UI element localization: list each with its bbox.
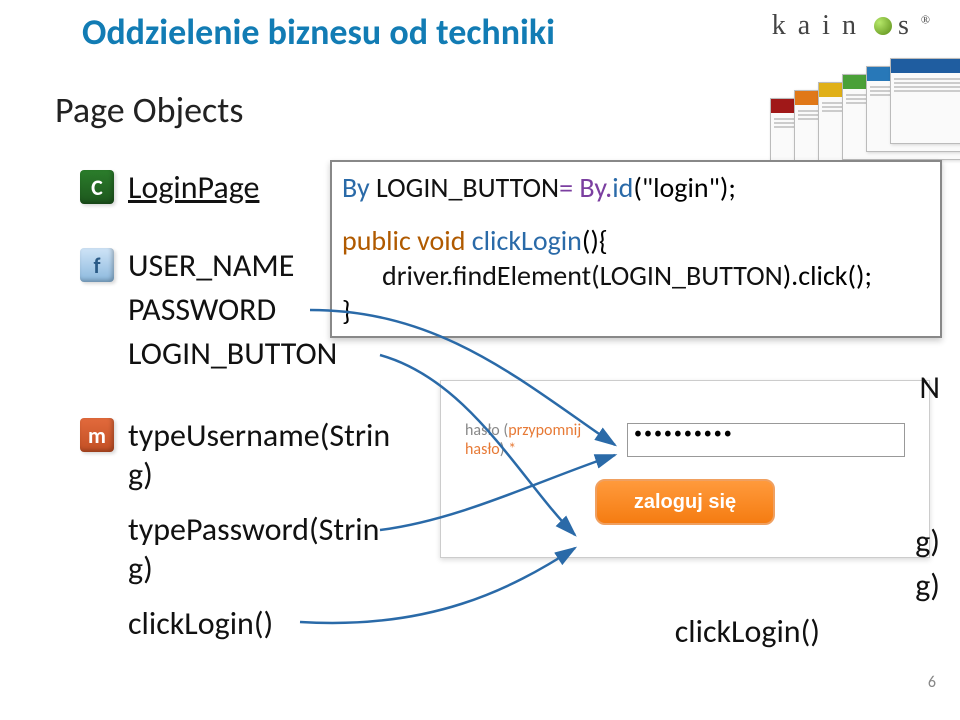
field-login-button: LOGIN_BUTTON bbox=[128, 334, 337, 373]
class-badge-icon: C bbox=[80, 170, 114, 204]
method-type-username: typeUsername(String) bbox=[128, 416, 408, 494]
method-type-password: typePassword(String) bbox=[128, 510, 408, 588]
page-number: 6 bbox=[928, 673, 936, 692]
slide-title: Oddzielenie biznesu od techniki bbox=[82, 10, 555, 54]
code-line-1: By LOGIN_BUTTON= By.id("login"); bbox=[342, 170, 930, 205]
field-password: PASSWORD bbox=[128, 290, 276, 329]
field-badge-icon: f bbox=[80, 248, 114, 282]
login-button[interactable]: zaloguj się bbox=[595, 479, 775, 525]
fragment-g2: g) bbox=[915, 566, 940, 605]
logo-text-b: s® bbox=[898, 10, 930, 42]
field-user-name: USER_NAME bbox=[128, 246, 294, 285]
class-name: LoginPage bbox=[128, 168, 259, 207]
method-badge-icon: m bbox=[80, 418, 114, 452]
fragment-click: clickLogin() bbox=[675, 612, 820, 651]
fragment-g1: g) bbox=[915, 522, 940, 561]
code-snippet-box: By LOGIN_BUTTON= By.id("login"); public … bbox=[330, 160, 942, 338]
password-row: hasło (przypomnij hasło) * •••••••••• bbox=[465, 421, 905, 459]
password-input[interactable]: •••••••••• bbox=[627, 423, 905, 457]
code-line-3: driver.findElement(LOGIN_BUTTON).click()… bbox=[342, 258, 930, 293]
logo-dot-icon bbox=[874, 17, 892, 35]
section-heading: Page Objects bbox=[55, 88, 243, 132]
logo: kain s® bbox=[772, 10, 930, 42]
method-click-login: clickLogin() bbox=[128, 604, 273, 643]
login-form-mock: hasło (przypomnij hasło) * •••••••••• za… bbox=[440, 380, 930, 558]
code-line-4: } bbox=[342, 293, 930, 328]
code-line-2: public void clickLogin(){ bbox=[342, 223, 930, 258]
fragment-n: N bbox=[919, 368, 940, 407]
logo-text-a: kain bbox=[772, 10, 868, 42]
password-label: hasło (przypomnij hasło) * bbox=[465, 421, 615, 459]
